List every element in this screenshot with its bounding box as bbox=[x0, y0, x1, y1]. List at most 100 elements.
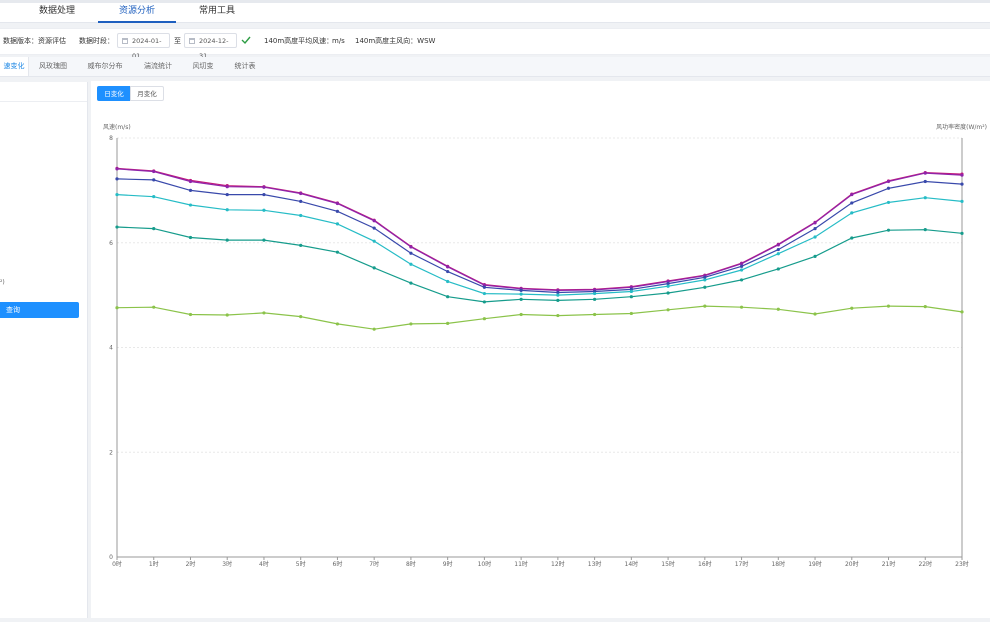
data-point bbox=[886, 304, 891, 308]
nav-item-common-tools[interactable]: 常用工具 bbox=[192, 3, 242, 21]
data-point bbox=[299, 243, 303, 247]
data-point bbox=[152, 195, 156, 199]
data-point bbox=[409, 245, 413, 249]
left-unit-fragment: ²) bbox=[0, 279, 5, 286]
tab-turbulence[interactable]: 湍流统计 bbox=[139, 57, 177, 76]
x-tick-label: 17时 bbox=[735, 560, 749, 568]
data-point bbox=[886, 179, 891, 184]
avg-speed-unit: m/s bbox=[332, 37, 345, 45]
x-tick-label: 9时 bbox=[443, 560, 453, 568]
data-point bbox=[850, 211, 854, 215]
data-point bbox=[923, 305, 927, 309]
data-point bbox=[850, 201, 854, 205]
nav-item-resource-analysis[interactable]: 资源分析 bbox=[98, 3, 176, 23]
tab-wind-shear[interactable]: 风切变 bbox=[187, 57, 219, 76]
data-point bbox=[115, 225, 119, 229]
data-point bbox=[776, 307, 780, 311]
chart-tick-labels: 0 2 4 6 8 0时 1时 2时 3时 4时 5时 6时 7时 8时 9时 10时 11时 12时 13时 14时… bbox=[109, 135, 969, 568]
avg-speed-label: 140m高度平均风速： bbox=[264, 37, 334, 45]
data-point bbox=[739, 278, 744, 282]
data-point bbox=[299, 199, 303, 203]
tab-stats-table[interactable]: 统计表 bbox=[229, 57, 261, 76]
y2-axis-title: 风功率密度(W/m²) bbox=[936, 123, 987, 131]
data-point bbox=[519, 288, 523, 293]
data-point bbox=[739, 305, 744, 309]
data-point bbox=[923, 196, 927, 200]
data-point bbox=[188, 203, 193, 207]
tab-speed-variation[interactable]: 速变化 bbox=[0, 57, 29, 76]
data-point bbox=[813, 235, 817, 239]
x-tick-label: 15时 bbox=[661, 560, 675, 568]
data-point bbox=[262, 208, 266, 212]
series-line-4 bbox=[116, 194, 963, 296]
data-point bbox=[372, 327, 376, 331]
data-point bbox=[776, 243, 780, 247]
data-point bbox=[739, 264, 744, 268]
data-point bbox=[188, 235, 193, 240]
data-point bbox=[593, 297, 597, 301]
data-point bbox=[335, 201, 340, 206]
data-point bbox=[115, 192, 119, 197]
data-point bbox=[152, 178, 156, 182]
data-point bbox=[813, 227, 817, 231]
data-point bbox=[960, 199, 964, 203]
data-point bbox=[152, 305, 156, 309]
data-point bbox=[482, 291, 486, 296]
x-tick-label: 11时 bbox=[514, 560, 528, 568]
tab-wind-rose[interactable]: 风玫瑰图 bbox=[33, 57, 73, 76]
data-point bbox=[409, 322, 413, 326]
data-point bbox=[299, 314, 303, 319]
data-point bbox=[886, 186, 891, 190]
x-tick-label: 2时 bbox=[186, 560, 196, 568]
data-point bbox=[335, 322, 340, 326]
x-tick-label: 12时 bbox=[551, 560, 565, 568]
data-point bbox=[335, 209, 340, 213]
y-tick-label: 0 bbox=[109, 554, 113, 561]
series-line-3 bbox=[116, 178, 963, 294]
start-date-input[interactable]: 2024-01-01 bbox=[117, 33, 170, 60]
top-nav: 数据处理 资源分析 常用工具 bbox=[0, 0, 990, 23]
nav-item-data-processing[interactable]: 数据处理 bbox=[34, 3, 80, 21]
analysis-tabs: 速变化 风玫瑰图 威布尔分布 湍流统计 风切变 统计表 bbox=[0, 57, 990, 77]
data-point bbox=[776, 252, 780, 256]
data-point bbox=[739, 268, 744, 272]
data-point bbox=[703, 304, 707, 308]
data-point bbox=[409, 262, 413, 266]
data-point bbox=[482, 317, 486, 321]
data-point bbox=[556, 293, 560, 297]
data-point bbox=[629, 311, 633, 316]
wind-speed-line-chart: 风速(m/s) 风功率密度(W/m²) 0 2 4 6 8 0时 1时 2时 3时 4时 5时 6时 7… bbox=[103, 123, 987, 568]
data-point bbox=[593, 291, 597, 296]
data-point bbox=[299, 191, 303, 196]
data-point bbox=[886, 200, 891, 205]
x-tick-label: 3时 bbox=[222, 560, 232, 568]
x-tick-label: 5时 bbox=[296, 560, 306, 568]
data-point bbox=[629, 289, 633, 294]
x-tick-label: 0时 bbox=[112, 560, 122, 568]
x-tick-label: 18时 bbox=[771, 560, 785, 568]
confirm-check-icon[interactable] bbox=[241, 35, 251, 45]
data-point bbox=[225, 238, 229, 242]
data-point bbox=[115, 177, 119, 181]
main-direction-label: 140m高度主风向：WSW bbox=[355, 37, 436, 45]
end-date-input[interactable]: 2024-12-31 bbox=[184, 33, 237, 60]
y-tick-label: 2 bbox=[109, 449, 113, 456]
data-point bbox=[703, 285, 707, 289]
data-point bbox=[225, 185, 229, 189]
x-tick-label: 8时 bbox=[406, 560, 416, 568]
x-tick-label: 4时 bbox=[259, 560, 269, 568]
data-point bbox=[923, 228, 927, 232]
query-button[interactable]: 查询 bbox=[0, 302, 79, 318]
tab-weibull[interactable]: 威布尔分布 bbox=[83, 57, 127, 76]
data-point bbox=[409, 251, 413, 255]
y-tick-label: 8 bbox=[109, 135, 113, 142]
data-point bbox=[335, 250, 340, 254]
data-point bbox=[299, 213, 303, 218]
data-point bbox=[556, 298, 560, 302]
data-point bbox=[372, 266, 376, 270]
left-divider bbox=[0, 101, 87, 102]
data-version-label: 数据版本：资源评估 bbox=[3, 37, 66, 45]
data-point bbox=[372, 219, 376, 223]
data-point bbox=[519, 312, 523, 317]
x-tick-label: 6时 bbox=[333, 560, 343, 568]
